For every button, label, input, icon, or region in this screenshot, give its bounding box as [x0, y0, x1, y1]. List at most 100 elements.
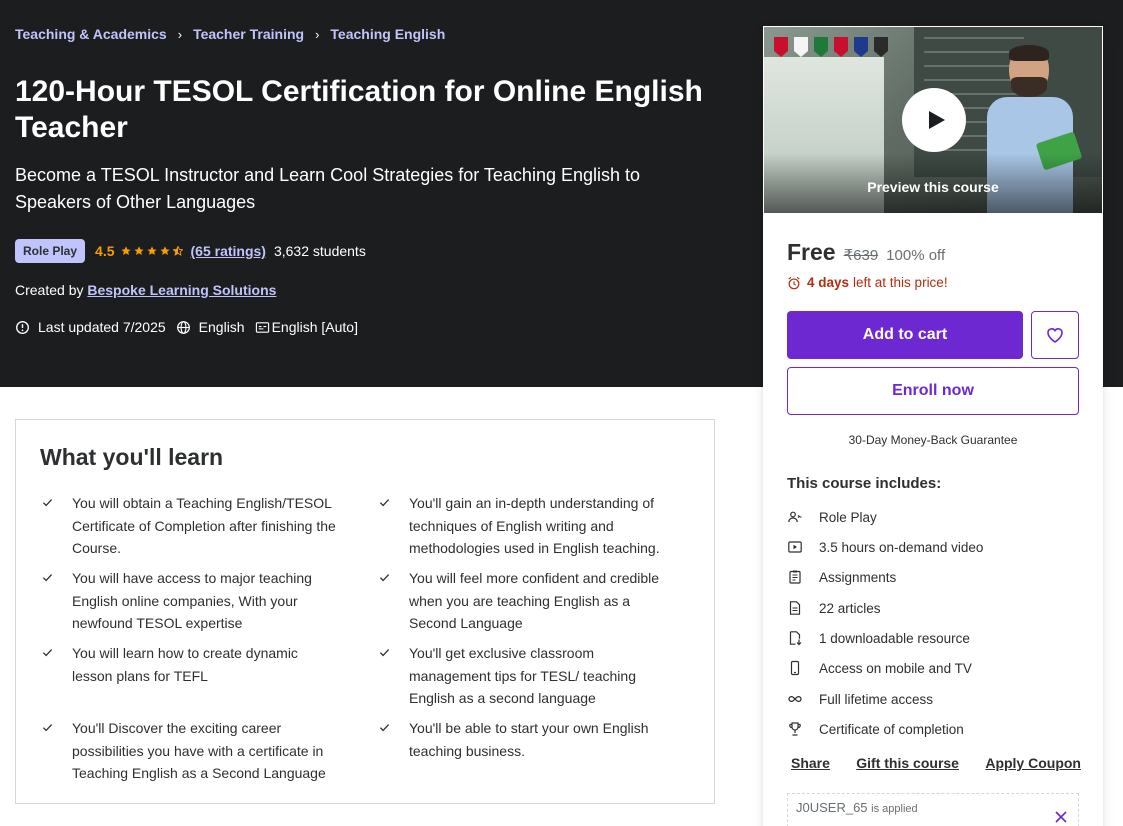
chevron-right-icon: › — [177, 26, 183, 42]
include-item-lifetime: Full lifetime access — [787, 690, 933, 708]
created-by-label: Created by — [15, 282, 84, 298]
learn-item-text: You'll Discover the exciting career poss… — [72, 720, 326, 781]
learn-item-text: You will feel more confident and credibl… — [409, 570, 660, 631]
course-title: 120-Hour TESOL Certification for Online … — [15, 75, 703, 144]
learn-item: You will feel more confident and credibl… — [377, 567, 677, 635]
checkmark-icon — [379, 499, 390, 507]
learn-item: You'll get exclusive classroom managemen… — [377, 642, 677, 710]
learn-item: You'll Discover the exciting career poss… — [40, 717, 340, 785]
assignments-icon — [789, 570, 801, 584]
price-timer: 4 days left at this price! — [787, 275, 948, 290]
include-label: Role Play — [819, 509, 877, 525]
includes-heading: This course includes: — [787, 475, 942, 492]
mobile-icon — [790, 660, 800, 676]
learn-item-text: You'll get exclusive classroom managemen… — [409, 645, 636, 706]
purchase-card: Preview this course Free ₹639 100% off 4… — [763, 26, 1103, 826]
learn-item: You will learn how to create dynamic les… — [40, 642, 340, 687]
video-icon — [788, 541, 802, 553]
breadcrumb-teaching-academics[interactable]: Teaching & Academics — [15, 26, 167, 42]
course-preview[interactable]: Preview this course — [764, 27, 1102, 213]
coupon-code: J0USER_65 — [796, 800, 868, 815]
apply-coupon-link[interactable]: Apply Coupon — [985, 755, 1081, 771]
captions: English [Auto] — [255, 319, 358, 335]
current-price: Free — [787, 239, 836, 265]
breadcrumb-teacher-training[interactable]: Teacher Training — [193, 26, 304, 42]
star-icon — [159, 246, 170, 255]
star-icon — [120, 246, 131, 255]
checkmark-icon — [42, 649, 53, 657]
card-links: Share Gift this course Apply Coupon — [791, 755, 1081, 771]
discount-percent: 100% off — [886, 247, 946, 264]
include-label: Full lifetime access — [819, 691, 934, 707]
learn-item-text: You will learn how to create dynamic les… — [72, 645, 298, 684]
learn-item: You will obtain a Teaching English/TESOL… — [40, 492, 340, 560]
include-label: Access on mobile and TV — [819, 660, 972, 676]
add-to-cart-button[interactable]: Add to cart — [787, 311, 1023, 359]
share-link[interactable]: Share — [791, 755, 830, 771]
play-icon — [929, 111, 945, 129]
rating-value: 4.5 — [95, 243, 115, 259]
learn-item-text: You will obtain a Teaching English/TESOL… — [72, 495, 336, 556]
checkmark-icon — [379, 649, 390, 657]
breadcrumb-teaching-english[interactable]: Teaching English — [330, 26, 445, 42]
learn-item: You'll be able to start your own English… — [377, 717, 677, 762]
timer-days: 4 days — [807, 275, 850, 290]
ratings-count-link[interactable]: (65 ratings) — [191, 243, 266, 259]
include-item-video: 3.5 hours on-demand video — [787, 538, 983, 556]
students-count: 3,632 students — [273, 243, 366, 259]
include-label: 3.5 hours on-demand video — [819, 539, 984, 555]
include-item-mobile: Access on mobile and TV — [787, 659, 972, 677]
alert-clock-icon — [16, 320, 29, 334]
role-play-icon — [788, 511, 802, 523]
enroll-now-button[interactable]: Enroll now — [787, 367, 1079, 415]
author-link[interactable]: Bespoke Learning Solutions — [87, 282, 276, 298]
alarm-clock-icon — [788, 276, 800, 289]
include-item-download: 1 downloadable resource — [787, 629, 970, 647]
money-back-guarantee: 30-Day Money-Back Guarantee — [848, 433, 1018, 447]
checkmark-icon — [42, 724, 53, 732]
download-icon — [789, 631, 802, 646]
language: English — [176, 319, 245, 335]
breadcrumb: Teaching & Academics › Teacher Training … — [15, 26, 445, 42]
heart-icon — [1047, 328, 1063, 343]
gift-course-link[interactable]: Gift this course — [856, 755, 959, 771]
include-item-role-play: Role Play — [787, 508, 877, 526]
wishlist-button[interactable] — [1031, 311, 1079, 359]
learn-item: You'll gain an in-depth understanding of… — [377, 492, 677, 560]
what-youll-learn: What you'll learn You will obtain a Teac… — [15, 419, 715, 804]
role-play-badge: Role Play — [15, 239, 86, 263]
timer-text: left at this price! — [853, 275, 948, 290]
checkmark-icon — [42, 499, 53, 507]
created-by: Created by Bespoke Learning Solutions — [15, 282, 276, 298]
original-price: ₹639 — [843, 247, 879, 264]
learn-item-text: You'll be able to start your own English… — [409, 720, 649, 759]
captions-text: English [Auto] — [271, 319, 358, 335]
coupon-applied-text: is applied — [871, 803, 918, 815]
play-button[interactable] — [902, 88, 966, 152]
close-icon[interactable] — [1054, 810, 1068, 824]
half-star-icon — [172, 246, 183, 256]
infinity-icon — [788, 695, 802, 703]
article-icon — [789, 601, 801, 615]
course-subtitle: Become a TESOL Instructor and Learn Cool… — [15, 165, 641, 212]
checkmark-icon — [379, 724, 390, 732]
star-rating — [120, 246, 183, 256]
checkmark-icon — [379, 574, 390, 582]
preview-label: Preview this course — [867, 179, 999, 195]
include-label: 1 downloadable resource — [819, 630, 970, 646]
include-item-certificate: Certificate of completion — [787, 720, 964, 738]
price-row: Free ₹639 100% off — [787, 239, 945, 266]
learn-item-text: You'll gain an in-depth understanding of… — [409, 495, 660, 556]
preview-flags — [774, 37, 888, 57]
learn-item-text: You will have access to major teaching E… — [72, 570, 312, 631]
chevron-right-icon: › — [315, 26, 320, 42]
trophy-icon — [789, 722, 801, 736]
include-item-assignments: Assignments — [787, 568, 896, 586]
star-icon — [146, 246, 157, 255]
learn-heading: What you'll learn — [40, 444, 224, 470]
last-updated: Last updated 7/2025 — [15, 319, 166, 335]
include-label: Assignments — [819, 569, 897, 585]
course-meta: Last updated 7/2025 English English [Aut… — [15, 319, 368, 335]
rating-row: Role Play 4.5 (65 ratings) 3,632 student… — [15, 239, 366, 263]
learn-item: You will have access to major teaching E… — [40, 567, 340, 635]
